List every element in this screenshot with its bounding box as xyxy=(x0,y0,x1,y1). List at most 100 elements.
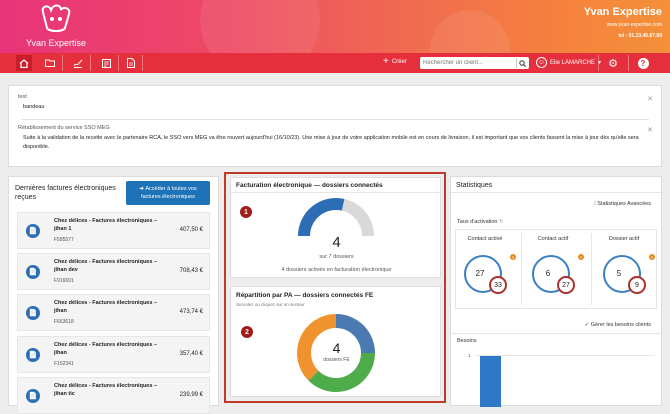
nav-divider xyxy=(62,55,63,71)
alerts-panel: test ✕ bandeau Rétablissement du service… xyxy=(8,85,662,167)
brand-name: Yvan Expertise xyxy=(583,6,662,18)
gauge-remaining xyxy=(341,198,374,237)
divider xyxy=(21,119,649,120)
pa-sub: dossiers FE xyxy=(323,357,350,363)
invoice-item[interactable]: 📄 Chez délices - Factures électroniques –… xyxy=(17,294,210,331)
home-icon[interactable] xyxy=(16,55,32,71)
access-label: factures électroniques xyxy=(141,194,195,200)
folder-icon[interactable] xyxy=(43,56,57,70)
invoice-item[interactable]: 📄 Chez délices - Factures électroniques –… xyxy=(17,336,210,373)
nav-divider xyxy=(142,55,143,71)
invoice-title: Chez délices - Factures électroniques – j… xyxy=(54,217,166,233)
activation-label: Taux d'activation ↻ xyxy=(457,219,504,225)
stats-title: Statistiques xyxy=(456,182,493,189)
alert-body: Suite à la validation de la recette avec… xyxy=(23,135,639,150)
user-name: Elie LAMARCHE xyxy=(550,59,596,66)
divider xyxy=(451,192,661,193)
create-button[interactable]: + Créer xyxy=(383,57,407,67)
invoice-title-line: jihan tic xyxy=(54,391,75,397)
brand-url: www.yvan-expertise.com xyxy=(606,22,662,28)
alert-title: test xyxy=(18,94,27,100)
stat-big-value: 6 xyxy=(545,269,551,278)
invoice-title-line: Chez délices - Factures électroniques – xyxy=(54,218,158,224)
advanced-stats-label: Statistiques Avancées xyxy=(597,201,651,207)
invoice-title-line: Chez délices - Factures électroniques – xyxy=(54,383,158,389)
invoice-title-line: Chez délices - Factures électroniques – xyxy=(54,342,158,348)
nav-divider xyxy=(90,55,91,71)
needs-bar[interactable] xyxy=(480,356,501,407)
create-label: Créer xyxy=(391,59,407,65)
invoice-title: Chez délices - Factures électroniques – j… xyxy=(54,258,166,274)
search-icon xyxy=(519,59,526,67)
invoice-ref: F152341 xyxy=(54,361,74,367)
fe-sub: sur 7 dossiers xyxy=(319,254,354,260)
invoice-title-line: jihan xyxy=(54,308,67,314)
access-all-invoices-button[interactable]: ➜ Accéder à toutes vos factures électron… xyxy=(126,181,210,205)
stat-big-value: 27 xyxy=(475,269,485,278)
invoices-title-line: Dernières factures électroniques xyxy=(15,185,116,192)
gauge-filled xyxy=(298,198,345,237)
stat-label: Contact activé xyxy=(467,236,503,242)
logo[interactable]: Yvan Expertise xyxy=(22,4,90,48)
invoice-icon: 📄 xyxy=(26,306,40,320)
invoice-item[interactable]: 📄 Chez délices - Factures électroniques –… xyxy=(17,253,210,290)
stat-big-value: 5 xyxy=(616,269,622,278)
search-input[interactable] xyxy=(423,58,513,68)
help-icon[interactable]: ? xyxy=(636,56,650,70)
invoice-icon: 📄 xyxy=(26,224,40,238)
header-banner: Yvan Expertise Yvan Expertise www.yvan-e… xyxy=(0,0,670,53)
manage-needs-link[interactable]: ✓ Gérer les besoins clients xyxy=(585,322,651,328)
fe-gauge xyxy=(298,198,374,237)
invoice-title-line: jihan 1 xyxy=(54,226,72,232)
signature-icon[interactable] xyxy=(71,56,85,70)
stat-small-ring: 9 xyxy=(628,276,646,294)
banner-decoration xyxy=(430,10,510,53)
warning-icon[interactable]: ! xyxy=(578,254,584,260)
invoice-amount: 708,43 € xyxy=(179,268,203,274)
fe-card: Facturation électronique — dossiers conn… xyxy=(230,177,441,278)
close-icon[interactable]: ✕ xyxy=(647,126,653,134)
divider xyxy=(451,333,661,334)
divider xyxy=(521,233,522,305)
invoice-amount: 407,50 € xyxy=(179,227,203,233)
invoice-amount: 357,40 € xyxy=(179,351,203,357)
invoice-title-line: jihan xyxy=(54,350,67,356)
invoice-title-line: Chez délices - Factures électroniques – xyxy=(54,300,158,306)
stat-label: Dossier actif xyxy=(608,236,640,242)
document-icon[interactable] xyxy=(124,56,138,70)
logo-text: Yvan Expertise xyxy=(25,38,87,48)
brand-block: Yvan Expertise www.yvan-expertise.com te… xyxy=(584,6,662,39)
clipboard-icon[interactable] xyxy=(99,56,113,70)
needs-title: Besoins xyxy=(457,338,477,344)
activation-label-text: Taux d'activation xyxy=(457,219,498,225)
alert-title: Rétablissement du service SSO MEG xyxy=(18,125,110,131)
search-button[interactable] xyxy=(516,58,528,68)
invoice-item[interactable]: 📄 Chez délices - Factures électroniques –… xyxy=(17,377,210,414)
warning-icon[interactable]: ! xyxy=(649,254,655,260)
warning-icon[interactable]: ! xyxy=(510,254,516,260)
fe-value: 4 xyxy=(332,234,341,251)
advanced-stats-link[interactable]: ⁝ Statistiques Avancées xyxy=(594,201,651,207)
pa-card: Répartition par PA — dossiers connectés … xyxy=(230,286,441,397)
invoice-title-line: Chez délices - Factures électroniques – xyxy=(54,259,158,265)
plus-icon: + xyxy=(383,56,389,67)
invoice-item[interactable]: 📄 Chez délices - Factures électroniques –… xyxy=(17,212,210,249)
invoice-title-line: jihan dev xyxy=(54,267,78,273)
stat-small-ring: 33 xyxy=(489,276,507,294)
user-menu[interactable]: ☺ Elie LAMARCHE ▾ xyxy=(536,57,601,68)
refresh-icon[interactable]: ↻ xyxy=(499,219,504,225)
divider xyxy=(591,233,592,305)
stat-small-ring: 27 xyxy=(557,276,575,294)
invoice-amount: 239,99 € xyxy=(179,392,203,398)
gridline xyxy=(475,355,655,356)
manage-needs-label: Gérer les besoins clients xyxy=(590,322,651,328)
banner-decoration xyxy=(200,0,320,53)
nav-divider xyxy=(598,55,599,71)
invoice-ref: F585577 xyxy=(54,237,74,243)
nav-divider xyxy=(628,55,629,71)
close-icon[interactable]: ✕ xyxy=(647,95,653,103)
invoice-ref: F916691 xyxy=(54,278,74,284)
invoice-title: Chez délices - Factures électroniques – j… xyxy=(54,341,166,357)
logo-icon xyxy=(41,4,71,32)
gear-icon[interactable]: ⚙ xyxy=(606,56,620,70)
